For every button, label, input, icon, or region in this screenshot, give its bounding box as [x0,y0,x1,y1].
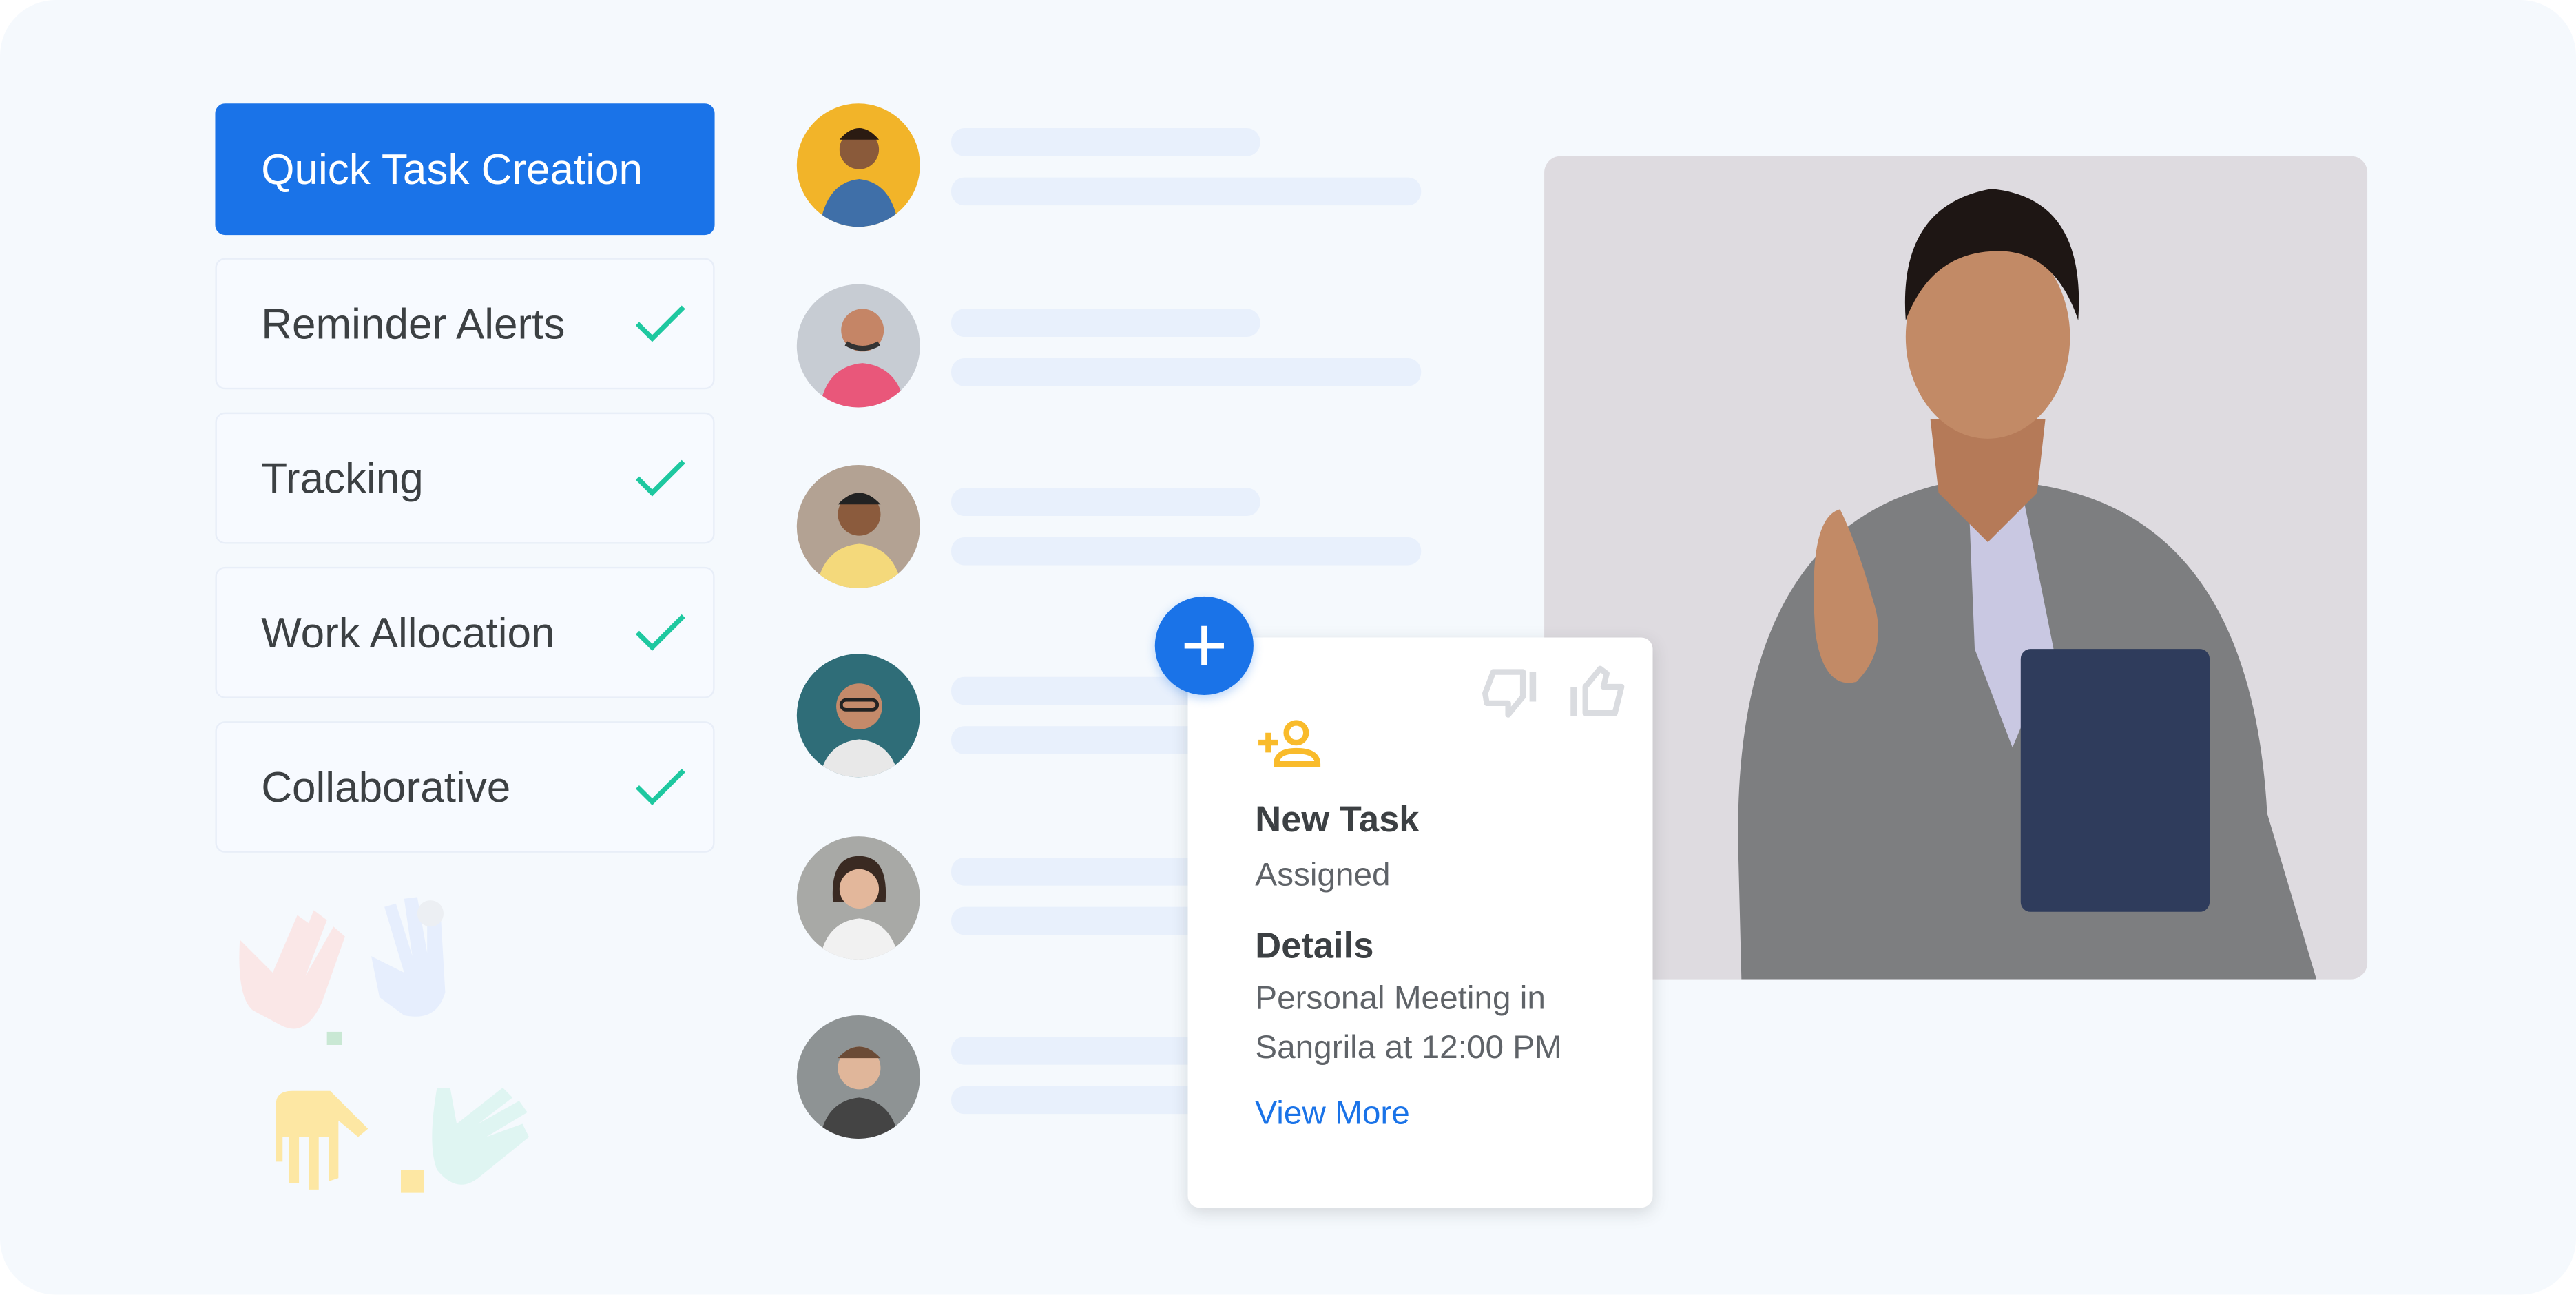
thumbs-up-icon[interactable] [1567,664,1626,720]
feature-label: Reminder Alerts [261,299,565,349]
person-photo [1544,156,2368,980]
new-task-card: New Task Assigned Details Personal Meeti… [1187,637,1653,1208]
check-icon [635,305,685,342]
details-line: Personal Meeting in [1255,980,1546,1017]
person-add-icon [1258,720,1321,767]
feature-tracking[interactable]: Tracking [215,412,715,544]
decorative-hands [239,897,530,1193]
feature-label: Quick Task Creation [261,144,643,194]
skeleton-line [951,358,1422,386]
hand-icon [432,1088,530,1185]
avatar [796,284,920,408]
feature-quick-task-creation[interactable]: Quick Task Creation [215,103,715,236]
feature-label: Work Allocation [261,608,555,658]
feature-reminder-alerts[interactable]: Reminder Alerts [215,258,715,390]
skeleton-line [951,309,1260,337]
skeleton-line [951,488,1260,516]
feature-work-allocation[interactable]: Work Allocation [215,566,715,698]
avatar [796,103,920,227]
avatar [796,1015,920,1139]
task-title: New Task [1255,798,1420,840]
feature-label: Tracking [261,453,424,503]
check-icon [635,769,685,806]
details-line: Sangrila at 12:00 PM [1255,1030,1562,1066]
feature-label: Collaborative [261,762,511,812]
avatar [796,836,920,960]
hand-icon [276,1090,368,1190]
task-status: Assigned [1255,858,1391,894]
check-icon [635,459,685,497]
feature-collaborative[interactable]: Collaborative [215,721,715,853]
plus-icon [1184,625,1224,666]
avatar [796,465,920,588]
hand-icon [371,897,446,1017]
hand-icon [239,910,345,1029]
feature-showcase: Quick Task Creation Reminder Alerts Trac… [0,0,2576,1295]
thumbs-down-icon[interactable] [1480,664,1539,720]
check-icon [635,614,685,651]
skeleton-line [951,537,1422,566]
skeleton-line [951,177,1422,206]
add-task-button[interactable] [1154,596,1254,695]
skeleton-line [951,128,1260,156]
details-heading: Details [1255,924,1374,966]
confetti [326,1031,342,1045]
avatar [796,654,920,778]
view-more-link[interactable]: View More [1255,1096,1410,1134]
confetti [400,1170,424,1193]
